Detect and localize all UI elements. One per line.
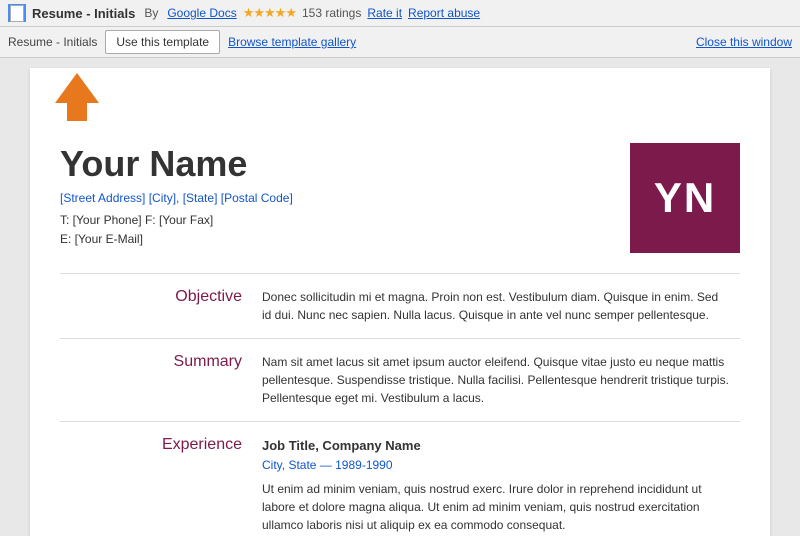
phone-fax-line: T: [Your Phone] F: [Your Fax] (60, 211, 293, 230)
close-window-link[interactable]: Close this window (696, 35, 792, 49)
star-rating: ★★★★★ (243, 5, 296, 21)
objective-content: Donec sollicitudin mi et magna. Proin no… (252, 274, 740, 339)
table-row: Summary Nam sit amet lacus sit amet ipsu… (60, 339, 740, 422)
top-bar: Resume - Initials By Google Docs ★★★★★ 1… (0, 0, 800, 27)
resume-contact: T: [Your Phone] F: [Your Fax] E: [Your E… (60, 211, 293, 249)
email-line: E: [Your E-Mail] (60, 230, 293, 249)
subtitle-text: Resume - Initials (8, 35, 97, 49)
arrow-stem (67, 103, 87, 121)
doc-icon (8, 4, 26, 22)
experience-content: Job Title, Company Name City, State — 19… (252, 422, 740, 537)
table-row: Experience Job Title, Company Name City,… (60, 422, 740, 537)
resume-header: Your Name [Street Address] [City], [Stat… (60, 143, 740, 253)
ratings-count: 153 ratings (302, 6, 361, 20)
experience-label-cell: Experience (60, 422, 252, 537)
table-row: Objective Donec sollicitudin mi et magna… (60, 274, 740, 339)
abuse-link[interactable]: Report abuse (408, 6, 480, 20)
experience-label: Experience (162, 436, 242, 453)
arrow-container (55, 73, 99, 121)
objective-label-cell: Objective (60, 274, 252, 339)
resume-initials-box: YN (630, 143, 740, 253)
by-label: By (144, 6, 158, 20)
summary-content: Nam sit amet lacus sit amet ipsum auctor… (252, 339, 740, 422)
job-description: Ut enim ad minim veniam, quis nostrud ex… (262, 480, 730, 534)
resume-address: [Street Address] [City], [State] [Postal… (60, 191, 293, 205)
summary-label: Summary (174, 353, 242, 370)
resume-initials-text: YN (654, 174, 716, 222)
resume-name-block: Your Name [Street Address] [City], [Stat… (60, 143, 293, 249)
objective-label: Objective (175, 288, 242, 305)
preview-area: Your Name [Street Address] [City], [Stat… (0, 58, 800, 536)
second-bar-left: Resume - Initials Use this template Brow… (8, 30, 356, 54)
document-title: Resume - Initials (32, 6, 135, 21)
second-bar: Resume - Initials Use this template Brow… (0, 27, 800, 58)
summary-label-cell: Summary (60, 339, 252, 422)
sections-table: Objective Donec sollicitudin mi et magna… (60, 273, 740, 536)
author-link[interactable]: Google Docs (167, 6, 236, 20)
job-location: City, State — 1989-1990 (262, 456, 730, 474)
rate-link[interactable]: Rate it (367, 6, 402, 20)
doc-icon-inner (10, 5, 24, 22)
arrow-up-icon (55, 73, 99, 103)
use-template-button[interactable]: Use this template (105, 30, 220, 54)
resume-name: Your Name (60, 143, 293, 185)
preview-doc: Your Name [Street Address] [City], [Stat… (30, 68, 770, 536)
browse-gallery-link[interactable]: Browse template gallery (228, 35, 356, 49)
job-title: Job Title, Company Name (262, 436, 730, 456)
